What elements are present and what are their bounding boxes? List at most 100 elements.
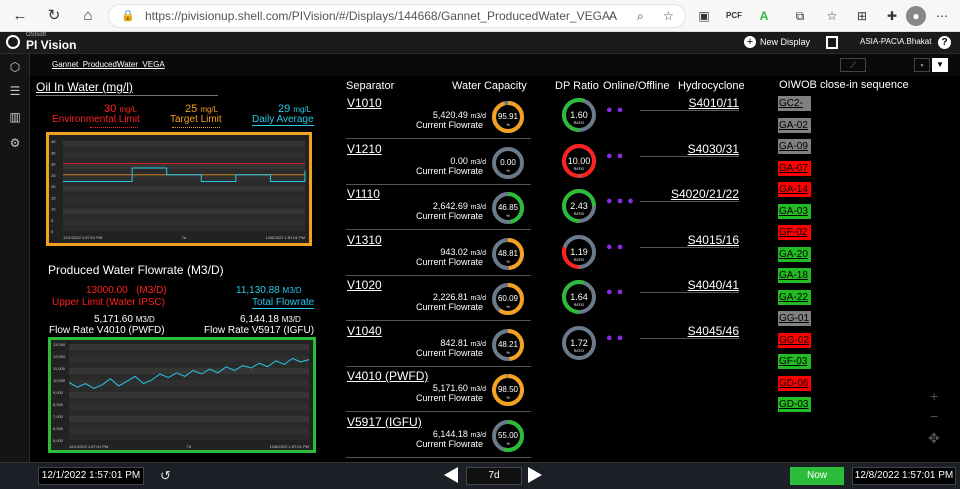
sequence-item: GF-02 bbox=[778, 225, 811, 240]
plus-icon[interactable]: + bbox=[744, 36, 756, 48]
favorite-add-icon[interactable]: ☆ bbox=[663, 5, 674, 27]
oil-y-tick: 15 bbox=[51, 195, 56, 200]
dp-gauge-unit: RATIO bbox=[574, 303, 585, 307]
gauge-unit: % bbox=[506, 441, 510, 446]
browser-toolbar: ← ↻ ⌂ 🔒 https://pivisionup.shell.com/PIV… bbox=[0, 0, 960, 32]
separator-divider bbox=[346, 365, 531, 367]
online-status-dots: ●● bbox=[606, 286, 628, 298]
oil-band bbox=[63, 197, 305, 203]
separator-name[interactable]: V1010 bbox=[347, 96, 382, 110]
back-time-icon[interactable] bbox=[444, 467, 458, 483]
dp-gauge: 1.60RATIO bbox=[562, 98, 596, 132]
total-flow-label: Total Flowrate bbox=[252, 297, 315, 309]
extensions-icon[interactable]: ✚ bbox=[882, 6, 902, 26]
flow-mid-label: 7d bbox=[187, 444, 191, 449]
revert-icon[interactable]: ↺ bbox=[160, 468, 171, 484]
library-icon[interactable]: ▥ bbox=[8, 110, 22, 124]
home-icon[interactable]: ⌂ bbox=[78, 6, 98, 26]
split-icon[interactable]: ⧉ bbox=[790, 6, 810, 26]
sequence-item: GG-01 bbox=[778, 311, 811, 326]
flow-band bbox=[69, 392, 309, 398]
flow-start-label: 12/1/2022 1:57:01 PM bbox=[69, 444, 108, 449]
back-icon[interactable]: ← bbox=[10, 6, 30, 26]
refresh-icon[interactable]: ↻ bbox=[44, 6, 64, 26]
flow-unit: m3/d bbox=[470, 295, 486, 302]
flow-value: 2,226.81 bbox=[432, 292, 468, 302]
separator-name[interactable]: V1310 bbox=[347, 233, 382, 247]
hydrocyclone-name[interactable]: S4020/21/22 bbox=[640, 187, 739, 201]
gauge-unit: % bbox=[506, 213, 510, 218]
capacity-gauge: 95.91% bbox=[492, 101, 524, 133]
gauge-value: 95.91 bbox=[498, 112, 519, 121]
address-bar[interactable]: 🔒 https://pivisionup.shell.com/PIVision/… bbox=[108, 4, 686, 28]
separator-name[interactable]: V1040 bbox=[347, 324, 382, 338]
help-icon[interactable]: ? bbox=[938, 36, 951, 49]
extension-icon[interactable]: ▣ bbox=[694, 6, 714, 26]
profile-avatar[interactable]: ● bbox=[906, 6, 926, 26]
flow-band bbox=[69, 428, 309, 434]
now-button[interactable]: Now bbox=[790, 467, 844, 485]
flow-band bbox=[69, 404, 309, 410]
cube-icon[interactable]: ⬡ bbox=[8, 60, 22, 74]
event-icon[interactable]: ⚙ bbox=[8, 136, 22, 150]
oil-y-tick: 35 bbox=[51, 150, 56, 155]
display-header: Gannet_ProducedWater_VEGA ⟋ ▪ ▼ bbox=[30, 54, 960, 76]
pcf-extension-icon[interactable]: PCF bbox=[724, 6, 744, 26]
flow-value: 5,420.49 bbox=[432, 110, 468, 120]
upper-limit-label: Upper Limit (Water IPSC) bbox=[52, 297, 165, 308]
hydrocyclone-name[interactable]: S4010/11 bbox=[640, 96, 740, 110]
favorites-icon[interactable]: ☆ bbox=[822, 6, 842, 26]
chevron-down-icon[interactable]: ▼ bbox=[932, 58, 948, 72]
forward-time-icon[interactable] bbox=[528, 467, 542, 483]
separator-divider bbox=[346, 138, 531, 139]
flow-end-label: 12/8/2022 1:57:01 PM bbox=[270, 444, 309, 449]
hydrocyclone-divider bbox=[640, 337, 739, 339]
display-list-icon[interactable] bbox=[826, 36, 838, 49]
read-aloud-icon[interactable]: A bbox=[609, 5, 617, 27]
separator-name[interactable]: V4010 (PWFD) bbox=[347, 369, 428, 383]
start-time-field[interactable]: 12/1/2022 1:57:01 PM bbox=[38, 467, 144, 485]
end-time-field[interactable]: 12/8/2022 1:57:01 PM bbox=[852, 467, 956, 485]
separator-name[interactable]: V5917 (IGFU) bbox=[347, 415, 422, 429]
hydrocyclone-name[interactable]: S4040/41 bbox=[640, 278, 739, 292]
collections-icon[interactable]: ⊞ bbox=[852, 6, 872, 26]
gauge-value: 0.00 bbox=[500, 158, 516, 167]
zoom-out-icon[interactable]: − bbox=[930, 408, 938, 424]
env-limit-line bbox=[90, 127, 138, 128]
separator-name[interactable]: V1210 bbox=[347, 142, 382, 156]
dp-gauge-value: 10.00 bbox=[568, 156, 591, 166]
flow-unit: m3/d bbox=[470, 204, 486, 211]
flow-trend-chart[interactable]: 13,000 12,000 11,000 10,000 9,000 8,000 7,000 6… bbox=[48, 337, 316, 453]
duration-field[interactable]: 7d bbox=[466, 467, 522, 485]
zoom-icon[interactable]: ⌕ bbox=[637, 5, 644, 27]
hydrocyclone-name[interactable]: S4045/46 bbox=[640, 324, 739, 338]
fit-icon[interactable]: ✥ bbox=[928, 430, 940, 447]
flow-unit: m3/d bbox=[470, 386, 486, 393]
trend-icon[interactable]: ⟋ bbox=[840, 58, 866, 72]
separator-divider bbox=[346, 229, 531, 230]
separator-divider bbox=[346, 320, 531, 321]
zoom-in-icon[interactable]: + bbox=[930, 388, 938, 404]
dp-gauge: 1.19RATIO bbox=[562, 234, 596, 269]
save-icon[interactable]: ▪ bbox=[914, 58, 930, 72]
dp-gauge: 1.64RATIO bbox=[562, 280, 596, 314]
online-status-dots: ●● bbox=[606, 149, 628, 162]
oil-trend-chart[interactable]: 40 35 30 25 20 15 10 5 0 12/1/2022 1:57:01 PM 7d 12… bbox=[46, 132, 312, 246]
oil-band bbox=[63, 141, 305, 147]
separator-name[interactable]: V1110 bbox=[347, 187, 380, 201]
capacity-gauge: 55.00% bbox=[492, 419, 524, 452]
separator-name[interactable]: V1020 bbox=[347, 278, 382, 292]
dp-gauge-unit: RATIO bbox=[574, 258, 585, 262]
oil-y-tick: 0 bbox=[51, 229, 54, 234]
user-name[interactable]: ASIA-PAC\A.Bhakat bbox=[860, 37, 931, 46]
dp-gauge-unit: RATIO bbox=[574, 167, 585, 171]
list-icon[interactable]: ☰ bbox=[8, 84, 22, 98]
extension-a-icon[interactable]: A bbox=[754, 6, 774, 26]
flow-value: 5,171.60 bbox=[432, 383, 468, 393]
hydrocyclone-name[interactable]: S4030/31 bbox=[640, 142, 739, 156]
new-display-button[interactable]: New Display bbox=[760, 37, 810, 47]
hydrocyclone-name[interactable]: S4015/16 bbox=[640, 233, 739, 247]
oil-band bbox=[63, 208, 305, 215]
display-name[interactable]: Gannet_ProducedWater_VEGA bbox=[52, 60, 165, 69]
more-icon[interactable]: ⋯ bbox=[932, 6, 952, 26]
